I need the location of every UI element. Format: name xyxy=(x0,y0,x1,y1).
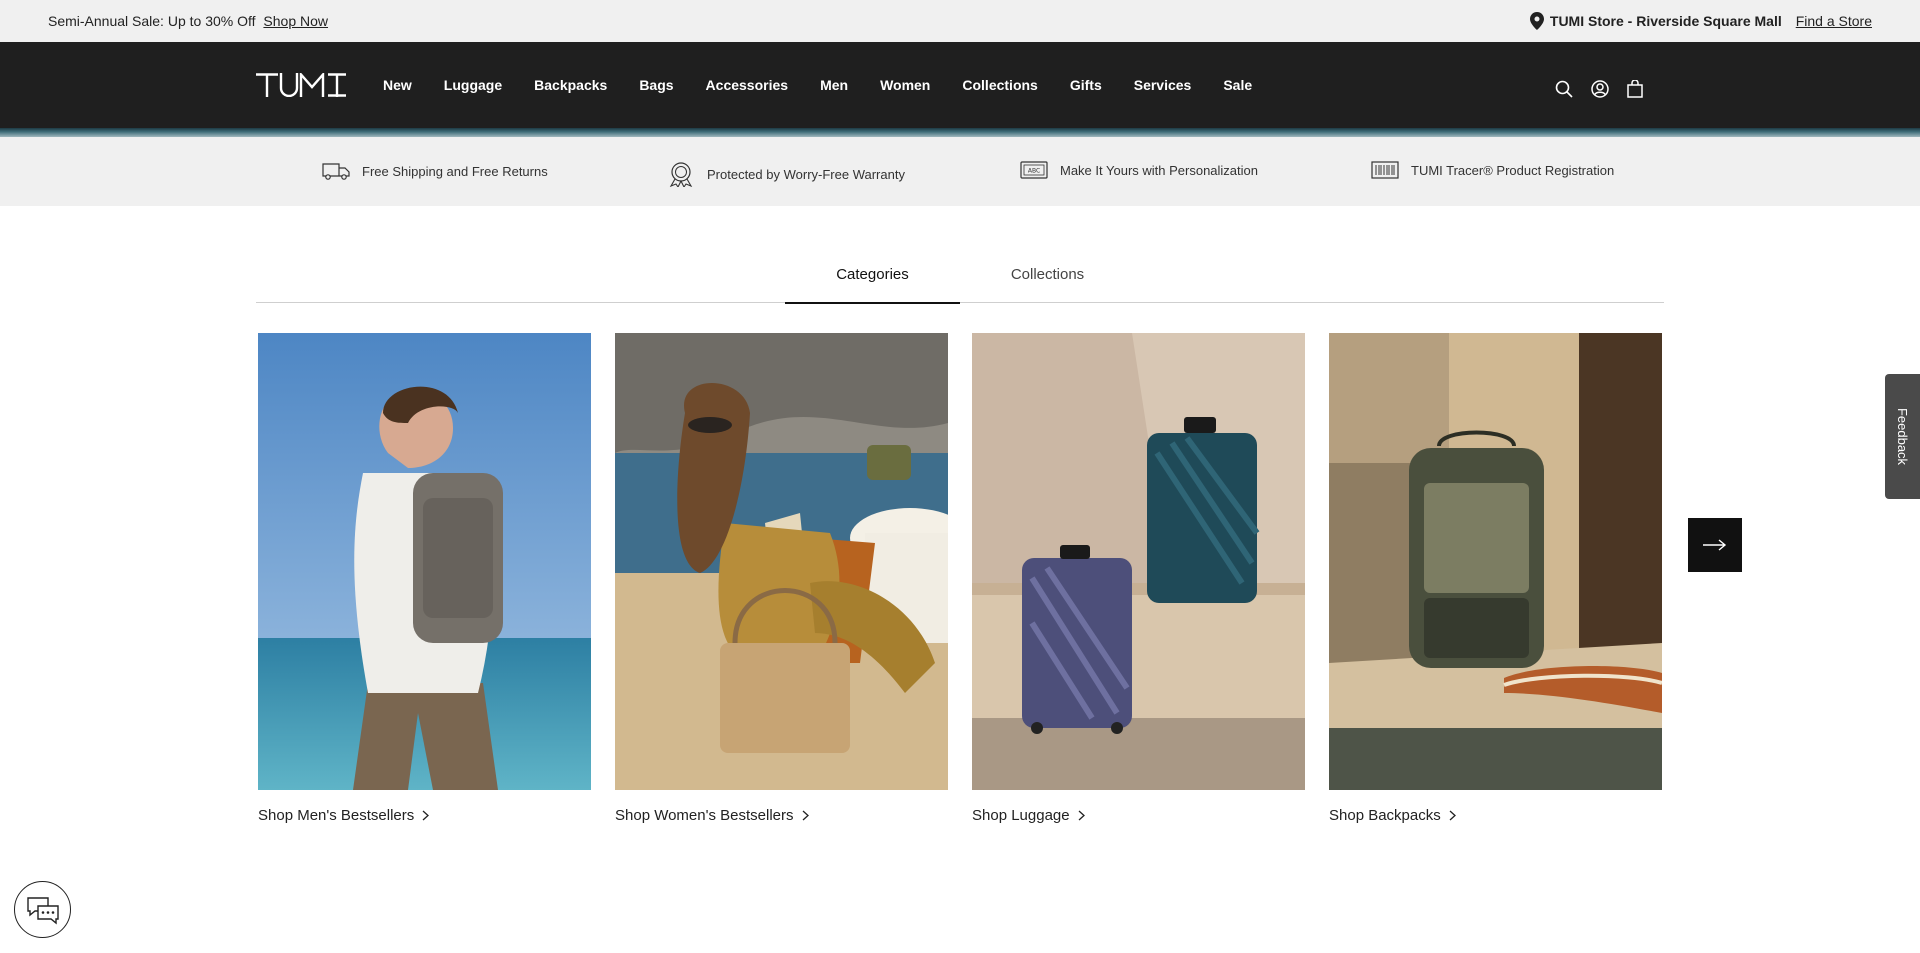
luggage-image[interactable] xyxy=(972,333,1305,790)
header-actions xyxy=(1555,79,1645,98)
chevron-right-icon xyxy=(422,810,430,821)
benefit-shipping[interactable]: Free Shipping and Free Returns xyxy=(322,161,548,181)
nav-backpacks[interactable]: Backpacks xyxy=(534,70,607,100)
category-card-womens[interactable]: Shop Women's Bestsellers xyxy=(615,333,948,824)
nav-women[interactable]: Women xyxy=(880,70,930,100)
shop-mens-link[interactable]: Shop Men's Bestsellers xyxy=(258,807,591,824)
shop-backpacks-label: Shop Backpacks xyxy=(1329,807,1441,824)
nav-services[interactable]: Services xyxy=(1134,70,1192,100)
store-name: TUMI Store - Riverside Square Mall xyxy=(1549,13,1782,29)
category-card-luggage[interactable]: Shop Luggage xyxy=(972,333,1305,824)
sale-announcement: Semi-Annual Sale: Up to 30% Off Shop Now xyxy=(48,13,328,29)
nav-collections[interactable]: Collections xyxy=(962,70,1037,100)
category-tabs: Categories Collections xyxy=(256,256,1664,304)
nav-luggage[interactable]: Luggage xyxy=(444,70,502,100)
womens-bestsellers-image[interactable] xyxy=(615,333,948,790)
shop-womens-label: Shop Women's Bestsellers xyxy=(615,807,794,824)
search-icon[interactable] xyxy=(1555,80,1573,98)
sale-text: Semi-Annual Sale: Up to 30% Off xyxy=(48,13,256,29)
nav-bags[interactable]: Bags xyxy=(639,70,673,100)
benefit-personalization[interactable]: ABC Make It Yours with Personalization xyxy=(1020,161,1258,179)
category-card-mens[interactable]: Shop Men's Bestsellers xyxy=(258,333,591,824)
benefit-tracer[interactable]: TUMI Tracer® Product Registration xyxy=(1371,161,1614,179)
benefit-warranty[interactable]: Protected by Worry-Free Warranty xyxy=(667,161,905,187)
nav-new[interactable]: New xyxy=(383,70,412,100)
shop-backpacks-link[interactable]: Shop Backpacks xyxy=(1329,807,1662,824)
mens-bestsellers-image[interactable] xyxy=(258,333,591,790)
shop-womens-link[interactable]: Shop Women's Bestsellers xyxy=(615,807,948,824)
arrow-right-icon xyxy=(1703,539,1727,551)
benefits-strip: Free Shipping and Free Returns Protected… xyxy=(0,137,1920,206)
carousel-next-button[interactable] xyxy=(1688,518,1742,572)
nav-men[interactable]: Men xyxy=(820,70,848,100)
category-card-backpacks[interactable]: Shop Backpacks xyxy=(1329,333,1662,824)
promo-bar: Semi-Annual Sale: Up to 30% Off Shop Now… xyxy=(0,0,1920,42)
store-locator: TUMI Store - Riverside Square Mall Find … xyxy=(1529,12,1872,30)
benefit-personalization-label: Make It Yours with Personalization xyxy=(1060,162,1258,178)
barcode-icon xyxy=(1371,161,1399,179)
warranty-badge-icon xyxy=(669,162,693,187)
truck-icon xyxy=(322,163,350,180)
site-header: New Luggage Backpacks Bags Accessories M… xyxy=(0,42,1920,137)
shop-luggage-label: Shop Luggage xyxy=(972,807,1070,824)
chevron-right-icon xyxy=(1078,810,1085,821)
benefit-shipping-label: Free Shipping and Free Returns xyxy=(362,163,548,179)
shop-now-link[interactable]: Shop Now xyxy=(263,13,328,29)
main-nav: New Luggage Backpacks Bags Accessories M… xyxy=(383,70,1284,100)
account-icon[interactable] xyxy=(1591,80,1609,98)
abc-tag-icon: ABC xyxy=(1020,161,1048,179)
backpacks-image[interactable] xyxy=(1329,333,1662,790)
benefit-warranty-label: Protected by Worry-Free Warranty xyxy=(707,166,905,182)
svg-text:ABC: ABC xyxy=(1028,168,1040,175)
location-pin-icon xyxy=(1529,12,1544,30)
tumi-logo[interactable] xyxy=(256,73,348,97)
nav-accessories[interactable]: Accessories xyxy=(706,70,789,100)
feedback-tab[interactable]: Feedback xyxy=(1885,374,1920,499)
tab-collections[interactable]: Collections xyxy=(960,256,1135,303)
chat-bubbles-icon xyxy=(26,896,59,924)
shop-luggage-link[interactable]: Shop Luggage xyxy=(972,807,1305,824)
bag-icon[interactable] xyxy=(1627,79,1645,98)
nav-gifts[interactable]: Gifts xyxy=(1070,70,1102,100)
find-store-link[interactable]: Find a Store xyxy=(1796,13,1872,29)
chevron-right-icon xyxy=(802,810,809,821)
nav-sale[interactable]: Sale xyxy=(1223,70,1252,100)
tab-categories[interactable]: Categories xyxy=(785,256,960,304)
benefit-tracer-label: TUMI Tracer® Product Registration xyxy=(1411,162,1615,178)
feedback-label: Feedback xyxy=(1895,407,1910,466)
shop-mens-label: Shop Men's Bestsellers xyxy=(258,807,415,824)
chat-button[interactable] xyxy=(14,881,71,938)
chevron-right-icon xyxy=(1449,810,1456,821)
